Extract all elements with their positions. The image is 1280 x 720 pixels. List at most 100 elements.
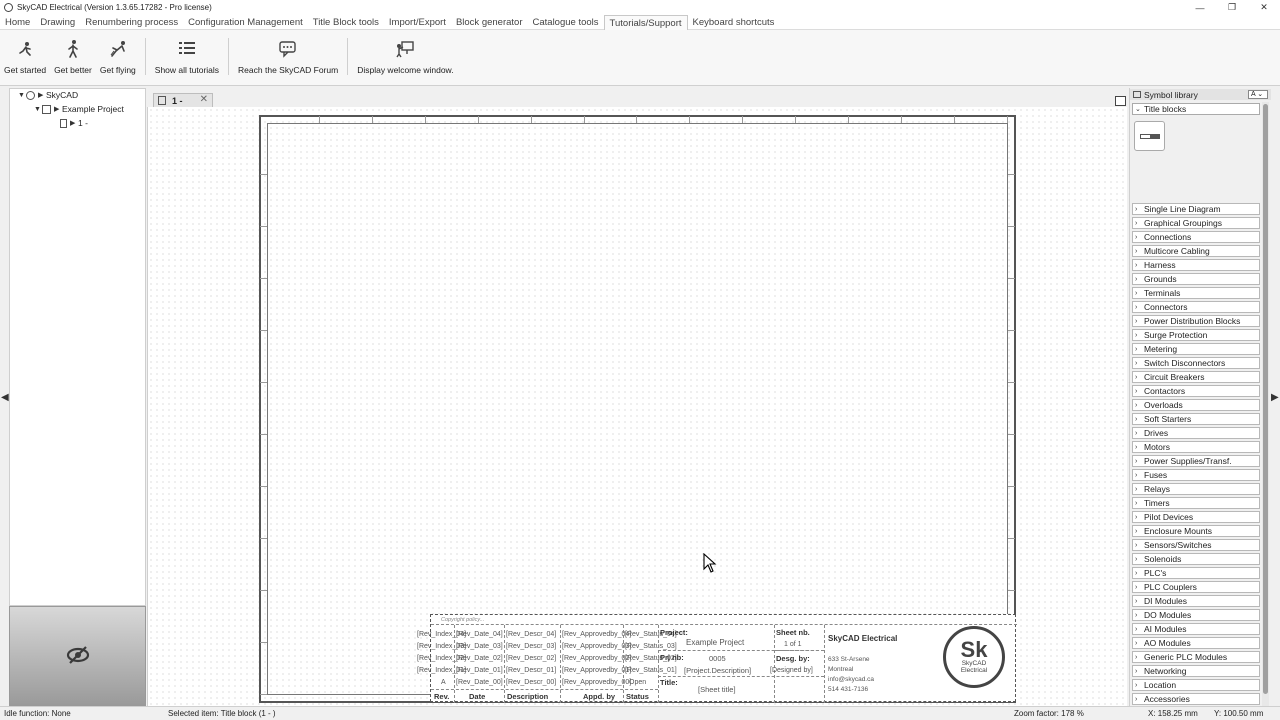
symbol-library-scrollbar[interactable] (1262, 102, 1269, 706)
category-item[interactable]: › Multicore Cabling (1132, 245, 1260, 257)
category-item[interactable]: › Power Distribution Blocks (1132, 315, 1260, 327)
collapse-left-icon[interactable]: ◀ (1, 392, 9, 403)
chevron-right-icon: › (1135, 247, 1138, 255)
scrollbar-thumb[interactable] (1263, 104, 1268, 694)
category-item[interactable]: › Networking (1132, 665, 1260, 677)
category-item[interactable]: › Soft Starters (1132, 413, 1260, 425)
category-item[interactable]: › Accessories (1132, 693, 1260, 705)
company-phone: 514 431-7136 (828, 686, 869, 693)
menu-import-export[interactable]: Import/Export (384, 15, 451, 30)
maximize-button[interactable]: ❐ (1216, 0, 1248, 15)
status-bar: Idle function: None Selected item: Title… (0, 706, 1280, 720)
category-item[interactable]: › DO Modules (1132, 609, 1260, 621)
minimize-button[interactable]: — (1184, 0, 1216, 15)
chat-bubble-icon (277, 38, 299, 60)
category-item[interactable]: › Pilot Devices (1132, 511, 1260, 523)
sheet-drawing-area[interactable] (267, 123, 1008, 695)
company-name: SkyCAD Electrical (828, 634, 898, 643)
ribbon-separator (228, 38, 230, 75)
title-block[interactable]: Copyright policy... [Rev_Index_04] [Rev_… (417, 614, 1017, 703)
menu-home[interactable]: Home (0, 15, 35, 30)
menu-block-generator[interactable]: Block generator (451, 15, 528, 30)
logo-line-2: Electrical (960, 667, 988, 674)
category-item[interactable]: › Terminals (1132, 287, 1260, 299)
rev-approved-cell: [Rev_Approvedby_04] (562, 631, 632, 638)
forum-button[interactable]: Reach the SkyCAD Forum (234, 30, 342, 86)
preview-panel (9, 606, 146, 706)
project-description: [Project.Description] (684, 666, 752, 675)
menu-configuration[interactable]: Configuration Management (183, 15, 308, 30)
title-blocks-section[interactable]: ⌄ Title blocks (1132, 103, 1260, 115)
rev-date-cell: [Rev_Date_00] (456, 679, 503, 686)
tree-arrow-icon: ▶ (54, 106, 60, 113)
get-better-button[interactable]: Get better (50, 30, 96, 86)
show-all-tutorials-button[interactable]: Show all tutorials (151, 30, 223, 86)
drawing-canvas[interactable]: Copyright policy... [Rev_Index_04] [Rev_… (147, 107, 1127, 706)
menu-renumbering[interactable]: Renumbering process (80, 15, 183, 30)
category-item[interactable]: › Grounds (1132, 273, 1260, 285)
category-item[interactable]: › Relays (1132, 483, 1260, 495)
chevron-right-icon: › (1135, 205, 1138, 213)
chevron-right-icon: › (1135, 639, 1138, 647)
tree-item-sheet[interactable]: ▶ 1 - (60, 118, 88, 128)
category-item[interactable]: › Timers (1132, 497, 1260, 509)
category-item[interactable]: › Power Supplies/Transf. (1132, 455, 1260, 467)
get-flying-label: Get flying (99, 65, 136, 75)
category-item[interactable]: › Graphical Groupings (1132, 217, 1260, 229)
category-item[interactable]: › Solenoids (1132, 553, 1260, 565)
tree-expand-icon[interactable]: ▼ (18, 92, 26, 99)
rev-descr-cell: [Rev_Descr_02] (506, 655, 557, 662)
window-title: SkyCAD Electrical (Version 1.3.65.17282 … (17, 3, 212, 12)
tree-expand-icon[interactable]: ▼ (34, 106, 42, 113)
status-idle-function: Idle function: None (4, 709, 71, 718)
get-started-button[interactable]: Get started (0, 30, 50, 86)
title-block-thumbnail[interactable] (1134, 121, 1165, 151)
category-item[interactable]: › Enclosure Mounts (1132, 525, 1260, 537)
category-item[interactable]: › AO Modules (1132, 637, 1260, 649)
close-tab-icon[interactable]: ✕ (200, 94, 208, 105)
menu-tutorials-support[interactable]: Tutorials/Support (603, 14, 688, 30)
tree-item-skycad[interactable]: ▼ ▶ SkyCAD (18, 90, 78, 100)
eye-slash-icon[interactable] (65, 645, 91, 667)
library-filter-dropdown[interactable]: A ⌄ (1248, 90, 1268, 99)
category-item[interactable]: › Drives (1132, 427, 1260, 439)
category-item[interactable]: › Connectors (1132, 301, 1260, 313)
category-item[interactable]: › AI Modules (1132, 623, 1260, 635)
welcome-window-button[interactable]: Display welcome window. (353, 30, 457, 86)
copyright-text: Copyright policy... (441, 617, 485, 623)
category-item[interactable]: › PLC Couplers (1132, 581, 1260, 593)
app-logo-icon (4, 3, 13, 12)
category-item[interactable]: › Harness (1132, 259, 1260, 271)
category-item[interactable]: › Fuses (1132, 469, 1260, 481)
category-item[interactable]: › Location (1132, 679, 1260, 691)
category-item[interactable]: › Generic PLC Modules (1132, 651, 1260, 663)
category-item[interactable]: › Metering (1132, 343, 1260, 355)
category-item[interactable]: › DI Modules (1132, 595, 1260, 607)
category-item[interactable]: › Contactors (1132, 385, 1260, 397)
category-item[interactable]: › Sensors/Switches (1132, 539, 1260, 551)
menu-keyboard-shortcuts[interactable]: Keyboard shortcuts (688, 15, 780, 30)
get-started-label: Get started (4, 65, 47, 75)
collapse-right-icon[interactable]: ▶ (1271, 392, 1279, 403)
category-item[interactable]: › Circuit Breakers (1132, 371, 1260, 383)
tree-item-project[interactable]: ▼ ▶ Example Project (34, 104, 124, 114)
chevron-right-icon: › (1135, 345, 1138, 353)
category-item[interactable]: › Single Line Diagram (1132, 203, 1260, 215)
category-item[interactable]: › PLC's (1132, 567, 1260, 579)
chevron-right-icon: › (1135, 499, 1138, 507)
category-item[interactable]: › Connections (1132, 231, 1260, 243)
chevron-right-icon: › (1135, 569, 1138, 577)
get-flying-button[interactable]: Get flying (96, 30, 140, 86)
menu-title-block-tools[interactable]: Title Block tools (308, 15, 384, 30)
panel-menu-icon[interactable] (1115, 96, 1126, 106)
chevron-right-icon: › (1135, 527, 1138, 535)
category-item[interactable]: › Surge Protection (1132, 329, 1260, 341)
tree-arrow-icon: ▶ (38, 92, 44, 99)
menu-drawing[interactable]: Drawing (35, 15, 80, 30)
tab-sheet-1[interactable]: 1 - ✕ (153, 93, 213, 107)
close-window-button[interactable]: ✕ (1248, 0, 1280, 15)
menu-catalogue-tools[interactable]: Catalogue tools (528, 15, 604, 30)
category-item[interactable]: › Switch Disconnectors (1132, 357, 1260, 369)
category-item[interactable]: › Overloads (1132, 399, 1260, 411)
category-item[interactable]: › Motors (1132, 441, 1260, 453)
